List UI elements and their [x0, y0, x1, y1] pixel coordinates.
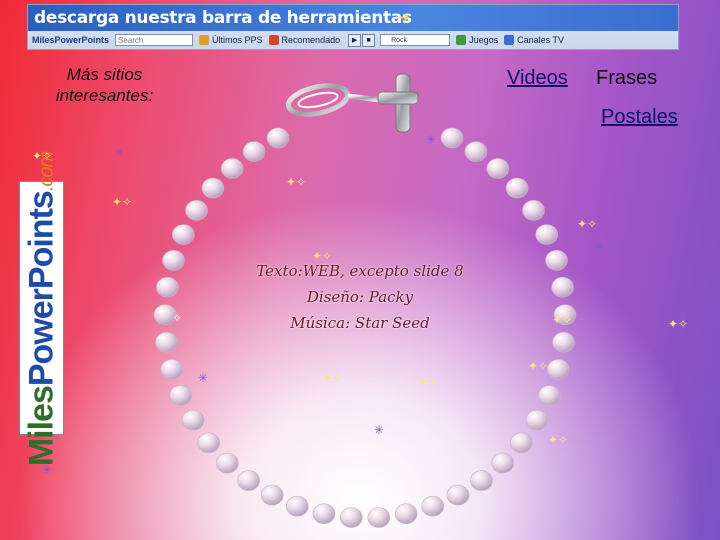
sparkle-icon: ✳: [198, 371, 209, 385]
toolbar-recomendado-button[interactable]: Recomendado: [268, 35, 341, 45]
tv-icon: [504, 35, 515, 45]
pearl-bead: [216, 452, 239, 474]
banner-arrow-icon: ➜: [398, 9, 410, 25]
banner-title[interactable]: descarga nuestra barra de herramientas: [28, 5, 678, 31]
clasp-icon: [286, 73, 419, 133]
toolbar-canales-button[interactable]: Canales TV: [504, 35, 564, 45]
pearl-bead: [546, 358, 570, 380]
pearl-bead: [538, 385, 561, 406]
star-icon: [268, 35, 279, 45]
logo-text: MilesPowerPoints.com: [23, 152, 62, 466]
pearl-bead: [285, 495, 309, 517]
pearl-bead: [367, 507, 391, 528]
games-icon: [456, 35, 467, 45]
pearl-bead: [552, 331, 575, 353]
pearl-bead: [535, 224, 559, 245]
sparkle-icon: ✦✧: [528, 359, 549, 373]
logo-part1: Miles: [22, 386, 61, 467]
pearl-bead: [162, 249, 185, 271]
pearl-bead: [237, 470, 260, 491]
pearl-bead: [491, 452, 515, 474]
media-player: ▶ ■: [348, 33, 376, 47]
toolbar-juegos-label: Juegos: [469, 35, 499, 45]
pearl-bead: [505, 177, 529, 199]
toolbar-search-input[interactable]: Search: [115, 34, 194, 46]
sparkle-icon: ✦✧: [668, 317, 689, 331]
pearl-bead: [446, 484, 470, 506]
pearl-bead: [509, 432, 533, 454]
pearl-bead: [394, 503, 418, 525]
sparkle-icon: ✦✧: [312, 249, 333, 263]
sparkle-icon: ✦✧: [286, 175, 307, 189]
frases-link[interactable]: Frases: [596, 67, 657, 90]
sparkle-icon: ✳: [594, 239, 605, 253]
sparkle-icon: ✦✧: [418, 375, 439, 389]
toolbar-juegos-button[interactable]: Juegos: [456, 35, 498, 45]
toolbar-ultimos-button[interactable]: Últimos PPS: [199, 35, 263, 45]
credits-design-line: Diseño: Packy: [306, 288, 414, 306]
pearl-bead: [160, 358, 183, 380]
sparkle-icon: ✦✧: [577, 217, 598, 231]
pearl-bead: [201, 177, 225, 199]
pearl-bead: [339, 507, 363, 528]
videos-link[interactable]: Videos: [507, 67, 568, 90]
pearl-bead: [155, 331, 178, 353]
pearl-bead: [181, 409, 205, 431]
pearl-bead: [185, 200, 208, 221]
sparkle-icon: ✦✧: [548, 433, 569, 447]
pearl-bead: [464, 141, 488, 162]
play-icon[interactable]: ▶: [348, 33, 362, 47]
sparkle-icon: ✳: [42, 463, 53, 477]
logo-part2: PowerPoints: [22, 191, 61, 387]
sparkle-icon: ✦✧: [322, 371, 343, 385]
sparkle-icon: ✦✧: [32, 149, 53, 163]
document-icon: [199, 35, 210, 45]
stop-icon[interactable]: ■: [362, 33, 376, 47]
slide: descarga nuestra barra de herramientas ➜…: [0, 0, 720, 540]
pearl-bead: [470, 470, 493, 491]
pearl-bead: [266, 127, 290, 149]
pearl-bead: [440, 127, 464, 149]
pearl-bead: [156, 276, 179, 298]
credits-text-line: Texto:WEB, excepto slide 8: [256, 262, 464, 280]
pearl-bead: [545, 249, 568, 271]
toolbar-logo[interactable]: MilesPowerPoints: [32, 35, 109, 45]
pearl-bead: [522, 200, 545, 221]
side-heading: Más sitios interesantes:: [55, 65, 154, 105]
toolbar-recomendado-label: Recomendado: [281, 35, 341, 45]
pearl-bead: [421, 495, 445, 517]
pearl-bead: [260, 484, 284, 506]
sparkle-icon: ✦✧: [552, 313, 573, 327]
credits: Texto:WEB, excepto slide 8 Diseño: Packy…: [220, 258, 500, 336]
credits-music-line: Música: Star Seed: [290, 314, 430, 332]
pearl-bead: [220, 158, 244, 179]
pearl-bead: [551, 276, 574, 298]
pearl-bead: [172, 224, 195, 245]
pearl-bead: [312, 503, 336, 525]
sparkle-icon: ✳: [114, 145, 125, 159]
pearl-bead: [197, 432, 220, 454]
toolbar-banner[interactable]: descarga nuestra barra de herramientas ➜…: [27, 4, 679, 50]
toolbar-canales-label: Canales TV: [517, 35, 564, 45]
toolbar-row: MilesPowerPoints Search Últimos PPS Reco…: [28, 31, 678, 49]
sparkle-icon: ✳: [426, 133, 437, 147]
radio-select[interactable]: Rock: [380, 34, 451, 46]
milespowerpoints-logo[interactable]: MilesPowerPoints.com: [19, 152, 64, 466]
pearl-bead: [525, 409, 549, 431]
pearl-bead: [169, 385, 192, 406]
pearl-bead: [242, 141, 266, 162]
postales-link[interactable]: Postales: [601, 106, 678, 129]
sparkle-icon: ✦✧: [112, 195, 133, 209]
pearl-bead: [486, 158, 510, 179]
toolbar-ultimos-label: Últimos PPS: [212, 35, 263, 45]
sparkle-icon: ✳: [374, 423, 385, 437]
sparkle-icon: ✧: [172, 311, 183, 325]
